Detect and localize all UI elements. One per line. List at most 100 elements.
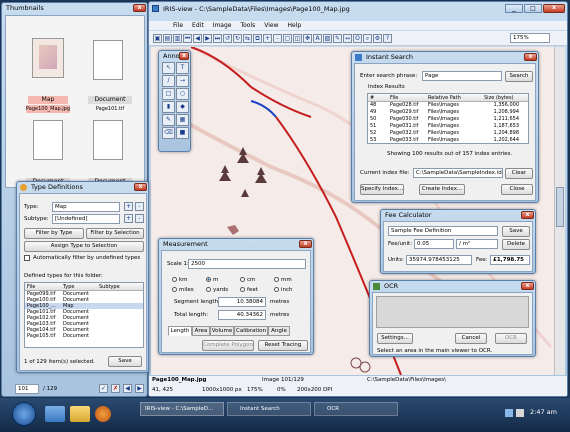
menu-edit[interactable]: Edit [192,21,204,30]
unit-option-feet[interactable]: feet [240,285,274,295]
flip-icon[interactable]: ⇆ [243,34,252,43]
rect-icon[interactable]: □ [162,88,175,100]
color-icon[interactable]: ■ [176,127,189,139]
zoom-in-icon[interactable]: + [263,34,272,43]
result-row[interactable]: 52 Page032.tif Files\Images 1,204,898 [368,130,528,137]
tab-calibration[interactable]: Calibration [234,326,268,336]
fee-close-button[interactable]: x [521,211,534,219]
media-player-icon[interactable] [95,406,111,422]
ocr-run-button[interactable]: OCR [495,333,527,344]
result-row[interactable]: 48 Page028.tif Files\Images 1,356,000 [368,102,528,109]
highlight-icon[interactable]: ▮ [162,101,175,113]
menu-help[interactable]: Help [288,21,302,30]
subtype-add-icon[interactable]: + [124,214,133,223]
unit-radio[interactable] [274,287,279,292]
highlight-icon[interactable]: ▨ [323,34,332,43]
reset-tracing-button[interactable]: Reset Tracing [258,340,308,351]
col-path[interactable]: Relative Path [426,94,482,101]
unit-radio[interactable] [206,277,211,282]
fee-unit-input[interactable]: 0.05 [414,239,454,249]
menu-file[interactable]: File [173,21,183,30]
menu-view[interactable]: View [264,21,278,30]
auto-filter-checkbox[interactable] [24,255,30,261]
delete-icon[interactable]: ✗ [111,384,120,393]
thumbnail-doc1[interactable] [93,40,123,80]
settings-icon[interactable]: ⚙ [373,34,382,43]
image-icon[interactable]: ▦ [176,114,189,126]
result-row[interactable]: 51 Page031.tif Files\Images 1,187,653 [368,123,528,130]
result-row[interactable]: 53 Page033.tif Files\Images 1,202,644 [368,137,528,143]
complete-polygon-button[interactable]: Complete Polygon [202,340,254,351]
col-type[interactable]: Type [61,283,97,290]
page-number-input[interactable]: 101 [15,384,39,394]
unit-radio[interactable] [240,287,245,292]
col-subtype[interactable]: Subtype [97,283,137,290]
vertical-scrollbar[interactable] [554,47,565,375]
thumbnails-close-button[interactable]: x [133,4,146,12]
explorer-icon[interactable] [45,406,65,422]
fit-icon[interactable]: ▢ [283,34,292,43]
unit-radio[interactable] [240,277,245,282]
result-row[interactable]: 50 Page030.tif Files\Images 1,211,654 [368,116,528,123]
start-button[interactable] [12,402,36,426]
arrow-icon[interactable]: → [176,75,189,87]
maximize-button[interactable]: □ [524,4,542,13]
unit-option-km[interactable]: km [172,275,206,285]
minimize-button[interactable]: _ [505,4,523,13]
last-icon[interactable]: ⏭ [213,34,222,43]
note-icon[interactable]: ✎ [333,34,342,43]
ellipse-icon[interactable]: ○ [176,88,189,100]
next-icon[interactable]: ▶ [203,34,212,43]
save-icon[interactable]: ▤ [163,34,172,43]
next-page-icon[interactable]: ▶ [135,384,144,393]
first-page-icon[interactable]: ◀ [123,384,132,393]
type-remove-icon[interactable]: - [135,202,144,211]
specify-index-button[interactable]: Specify Index... [360,184,404,195]
fee-delete-button[interactable]: Delete [502,239,530,250]
tab-angle[interactable]: Angle [268,326,290,336]
search-phrase-input[interactable]: Page [422,71,502,81]
col-file[interactable]: File [25,283,61,290]
zoom-select[interactable]: 175% [510,33,550,43]
col-number[interactable]: # [368,94,388,101]
unit-option-miles[interactable]: miles [172,285,206,295]
fee-unit-select[interactable]: / m² [456,239,498,249]
type-add-icon[interactable]: + [124,202,133,211]
clear-button[interactable]: Clear [505,168,533,179]
text-icon[interactable]: T [176,62,189,74]
line-icon[interactable]: / [162,75,175,87]
unit-radio[interactable] [172,287,177,292]
check-icon[interactable]: ✓ [99,384,108,393]
tab-volume[interactable]: Volume [210,326,234,336]
search-close-text-button[interactable]: Close [501,184,533,195]
subtype-remove-icon[interactable]: - [135,214,144,223]
fee-definition-select[interactable]: Sample Fee Definition [388,226,498,236]
thumbnail-doc3[interactable] [93,120,123,160]
result-row[interactable]: 49 Page029.tif Files\Images 1,208,994 [368,109,528,116]
zoom-out-icon[interactable]: - [273,34,282,43]
rotate-left-icon[interactable]: ↺ [223,34,232,43]
menu-image[interactable]: Image [213,21,232,30]
ocr-cancel-button[interactable]: Cancel [455,333,487,344]
scale-input[interactable]: 2500 [188,259,306,269]
filter-by-selection-button[interactable]: Filter by Selection [86,228,144,239]
tray-volume-icon[interactable] [516,409,524,417]
unit-option-cm[interactable]: cm [240,275,274,285]
eraser-icon[interactable]: ⌫ [162,127,175,139]
create-index-button[interactable]: Create Index... [419,184,465,195]
window-close-button[interactable]: x [543,4,565,13]
ocr-close-button[interactable]: x [521,282,534,290]
tab-length[interactable]: Length [168,326,192,336]
filter-by-type-button[interactable]: Filter by Type [24,228,84,239]
unit-option-inch[interactable]: inch [274,285,308,295]
pan-icon[interactable]: ✥ [303,34,312,43]
note-icon[interactable]: ✎ [162,114,175,126]
folder-icon[interactable] [70,406,90,422]
select-icon[interactable]: ↖ [162,62,175,74]
taskbar-item-instant-search[interactable]: Instant Search [227,402,311,416]
thumbnail-label-doc1[interactable]: Document [88,96,132,104]
prev-icon[interactable]: ◀ [193,34,202,43]
fee-save-button[interactable]: Save [502,226,530,237]
help-icon[interactable]: ? [383,34,392,43]
search-icon[interactable]: ⌕ [363,34,372,43]
